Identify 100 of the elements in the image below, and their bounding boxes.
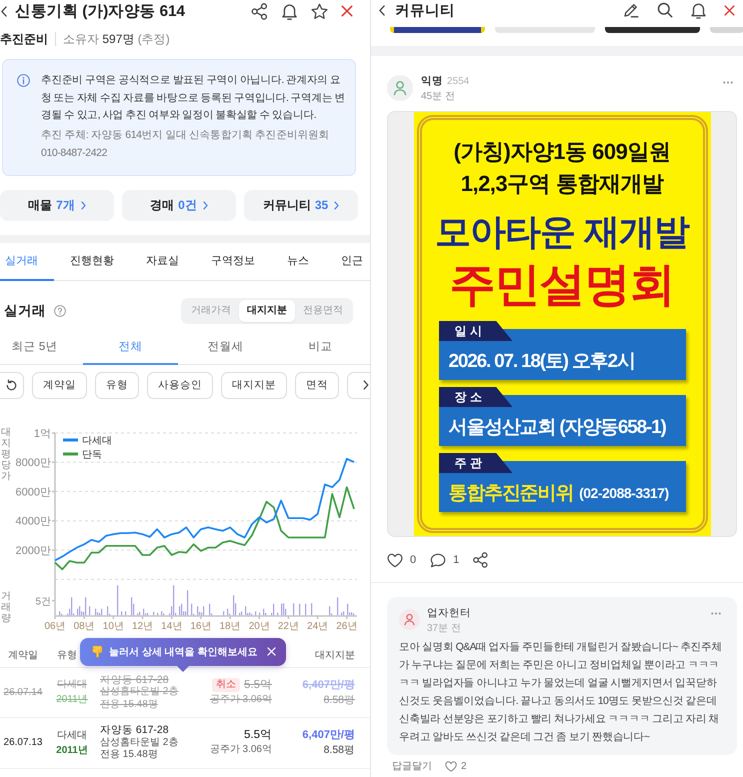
refresh-icon bbox=[5, 378, 18, 392]
chevron-right-icon bbox=[202, 200, 208, 210]
avatar-icon bbox=[399, 609, 420, 630]
back-icon[interactable] bbox=[1, 6, 7, 16]
segment-option[interactable]: 대지지분 bbox=[239, 300, 295, 322]
area-text: 전용 15.48평 bbox=[100, 698, 158, 712]
comment-time: 37분 전 bbox=[427, 622, 461, 635]
axis-tick-label: 2000만 bbox=[16, 544, 51, 556]
filter-chip[interactable]: 사용승인 bbox=[147, 372, 213, 399]
poster-headline: (가칭)자양1동 609일원 bbox=[454, 138, 670, 166]
search-icon[interactable] bbox=[657, 2, 673, 18]
contract-date: 26.07.14 bbox=[4, 686, 42, 698]
built-year: 2011년 bbox=[56, 744, 88, 758]
axis-tick-label: 14년 bbox=[161, 620, 182, 632]
axis-tick-label: 22년 bbox=[278, 620, 299, 632]
author-number: 2554 bbox=[447, 75, 470, 88]
period-tab[interactable]: 전월세 bbox=[178, 330, 273, 365]
axis-tick-label: 06년 bbox=[44, 620, 66, 632]
axis-tick-label: 4000만 bbox=[16, 515, 51, 528]
more-icon[interactable] bbox=[723, 81, 733, 84]
thumbnail-image[interactable] bbox=[495, 27, 595, 33]
notice-text: 추진준비 구역은 공식적으로 발표된 구역이 아닙니다. 관계자의 요청 또는 자체 수집 자료를 바탕으로 등록된 구역입니다. 구역계는 변경될 수 있고, 사업 추진 여부와 일정이 불확실할 수 있습니다. bbox=[41, 73, 345, 124]
building-type: 다세대 bbox=[57, 678, 87, 692]
close-button[interactable] bbox=[267, 647, 276, 656]
tab[interactable]: 실거래 bbox=[0, 242, 54, 281]
assessed-price: 공주가 3.06억 bbox=[210, 743, 272, 758]
period-tab[interactable]: 비교 bbox=[273, 330, 368, 365]
thumbnail-image[interactable] bbox=[605, 27, 700, 33]
detail-label: 장 소 bbox=[438, 387, 512, 407]
comment-button[interactable]: 1 bbox=[430, 552, 460, 568]
thumbnail-image[interactable] bbox=[710, 27, 743, 33]
help-icon[interactable] bbox=[54, 304, 66, 317]
poster-subtitle: 주민설명회 bbox=[450, 259, 674, 309]
back-icon[interactable] bbox=[379, 4, 385, 16]
share-icon bbox=[473, 552, 488, 568]
pointer-arrow-icon bbox=[177, 666, 190, 672]
tooltip-text: 눌러서 상세 내역을 확인해보세요 bbox=[109, 646, 258, 659]
contract-date: 26.07.13 bbox=[4, 737, 42, 748]
axis-tick-label: 24년 bbox=[307, 620, 328, 632]
stage-label: 추진준비 bbox=[0, 30, 48, 48]
land-share: 8.58평 bbox=[324, 692, 355, 707]
axis-tick-label: 10년 bbox=[102, 620, 124, 632]
period-tab[interactable]: 전체 bbox=[83, 330, 178, 365]
address-text: 자양동 617-28 bbox=[100, 674, 169, 686]
detail-label: 주 관 bbox=[438, 453, 512, 473]
quick-link-button[interactable]: 경매 0건 bbox=[122, 190, 236, 221]
tab[interactable]: 진행현황 bbox=[54, 242, 130, 281]
star-icon[interactable] bbox=[311, 2, 328, 20]
detail-note: (02-2088-3317) bbox=[579, 484, 669, 500]
filter-chip[interactable]: 계약일 bbox=[32, 372, 87, 399]
axis-tick-label: 5건 bbox=[35, 596, 51, 607]
close-icon[interactable] bbox=[341, 5, 353, 17]
bell-icon[interactable] bbox=[281, 2, 298, 20]
like-button[interactable]: 2 bbox=[445, 760, 467, 773]
filter-chip[interactable]: 유형 bbox=[95, 372, 139, 399]
land-share: 8.58평 bbox=[324, 743, 355, 758]
post-time: 45분 전 bbox=[421, 91, 455, 103]
chevron-right-icon bbox=[362, 380, 368, 390]
share-icon[interactable] bbox=[251, 2, 268, 20]
reset-button[interactable] bbox=[0, 372, 24, 399]
column-header: 계약일 bbox=[8, 649, 38, 662]
chevron-right-icon bbox=[80, 200, 86, 210]
column-header: 유형 bbox=[56, 649, 77, 662]
tab[interactable]: 자료실 bbox=[130, 242, 195, 281]
poster-title: 모아타운 재개발 bbox=[434, 210, 689, 254]
share-button[interactable] bbox=[473, 552, 488, 568]
close-icon bbox=[267, 647, 276, 656]
detail-value: 통합추진준비위 bbox=[448, 482, 574, 506]
filter-chip[interactable]: 면적 bbox=[295, 372, 339, 399]
column-header: 대지지분 bbox=[315, 649, 355, 662]
legend-label: 다세대 bbox=[82, 435, 112, 446]
axis-tick-label: 16년 bbox=[190, 620, 212, 632]
building-name: 삼성홈타운빌 2층 bbox=[100, 736, 178, 750]
more-icon[interactable] bbox=[711, 612, 721, 615]
axis-tick-label: 20년 bbox=[248, 620, 270, 632]
bell-icon[interactable] bbox=[691, 2, 706, 18]
close-icon[interactable] bbox=[724, 4, 735, 16]
filter-chip[interactable]: 대지지분 bbox=[221, 372, 287, 399]
tab[interactable]: 구역정보 bbox=[195, 242, 271, 281]
tab[interactable]: 인근 bbox=[325, 242, 367, 281]
building-type: 다세대 bbox=[57, 728, 87, 743]
reply-button[interactable]: 답글달기 bbox=[392, 760, 432, 773]
speech-bubble-icon bbox=[430, 552, 446, 568]
price-text: 5.5억 bbox=[244, 728, 272, 744]
avatar-icon bbox=[387, 75, 413, 101]
comment-text: 모아 실명회 Q&A때 업자들 주민들한테 개털린거 잘봤습니다~ 추진주체가 누구냐는 질문에 저희는 주민은 아니고 정비업체일 뿐이라고 ㅋㅋㅋㅋㅋ 빌라업자들 아니냐고 누가 물었는데 얼굴 시뻘게지면서 입꾹닫하신것도 웃음벨이었습니다. 끝나고 동의서도 10명도 못받으신것 같은데 신축빌라 선분양은 포기하고 빨리 쳐나가세요 ㅋㅋㅋㅋ 그리고 자리 채우려고 알바도 쓰신것 같은데 그건 좀 보기 짠했습니다~ bbox=[399, 640, 723, 745]
axis-tick-label: 12년 bbox=[132, 620, 154, 632]
organizer-text: 추진 주체: 자양동 614번지 일대 신속통합기획 추진준비위원회 010-8487-2422 bbox=[41, 128, 330, 161]
pencil-icon[interactable] bbox=[623, 2, 639, 18]
period-tab[interactable]: 최근 5년 bbox=[0, 330, 83, 365]
quick-link-button[interactable]: 매물 7개 bbox=[0, 190, 114, 221]
quick-link-button[interactable]: 커뮤니티 35 bbox=[244, 190, 358, 221]
like-button[interactable]: 0 bbox=[387, 552, 416, 568]
tab[interactable]: 뉴스 bbox=[271, 242, 325, 281]
thumbnail-image[interactable] bbox=[390, 27, 485, 33]
unit-price: 6,407만/평 bbox=[302, 728, 355, 744]
built-year: 2011년 bbox=[56, 693, 88, 708]
page-title: 커뮤니티 bbox=[395, 2, 456, 20]
axis-tick-label: 08년 bbox=[74, 620, 95, 632]
detail-value: 서울성산교회 (자양동658-1) bbox=[448, 416, 666, 440]
